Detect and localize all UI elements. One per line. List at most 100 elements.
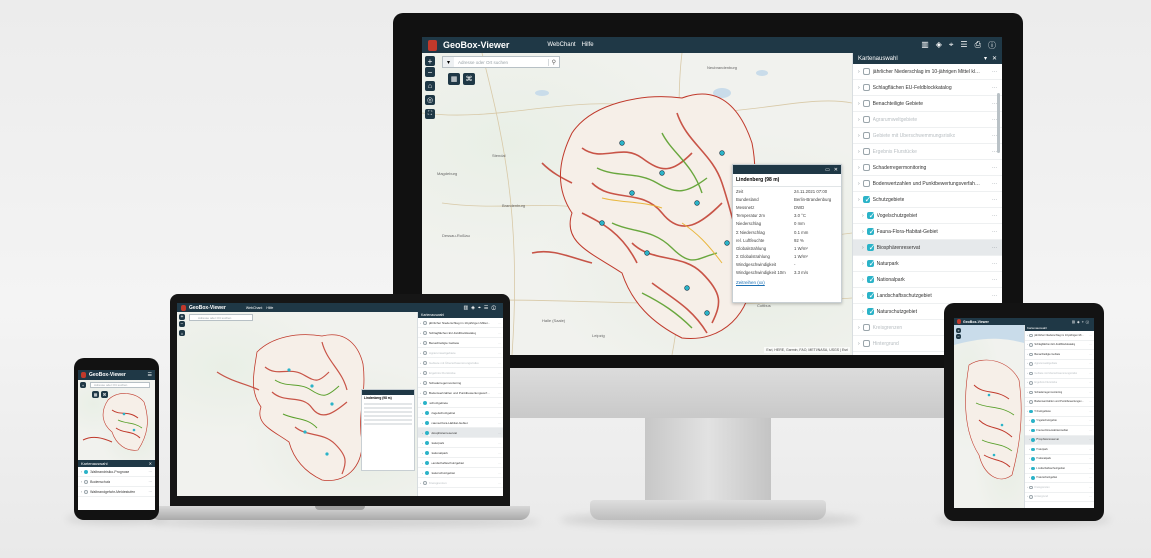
tablet-layer-item[interactable]: › jährlicher Niederschlag im 10-jährigen … (1025, 331, 1094, 341)
layer-checkbox[interactable] (425, 470, 434, 479)
layer-checkbox[interactable] (1029, 362, 1033, 366)
layer-options-icon[interactable]: ··· (498, 481, 501, 485)
tablet-layer-item[interactable]: › Ergebnis Flurstücke ··· (1025, 379, 1094, 388)
expand-chevron-icon[interactable]: › (1027, 495, 1028, 498)
phone-measure-icon[interactable]: ⌘ (101, 391, 108, 398)
expand-chevron-icon[interactable]: › (1027, 362, 1028, 365)
layer-options-icon[interactable]: ··· (992, 245, 997, 251)
laptop-layer-item[interactable]: ›Naturpark··· (418, 438, 503, 449)
tablet-layer-item[interactable]: › Landschaftsschutzgebiet ··· (1025, 464, 1094, 474)
layer-options-icon[interactable]: ··· (1089, 362, 1092, 365)
expand-chevron-icon[interactable]: › (858, 85, 860, 91)
laptop-map[interactable]: + − ⌂ Adresse oder Ort suchen Lindenberg… (177, 312, 417, 496)
expand-chevron-icon[interactable]: › (420, 351, 421, 355)
expand-chevron-icon[interactable]: › (81, 470, 82, 474)
expand-chevron-icon[interactable]: › (1029, 448, 1030, 451)
expand-chevron-icon[interactable]: › (420, 361, 421, 365)
laptop-layer-item[interactable]: › Schlagflächen EU-Feldblockkatalog ··· (418, 328, 503, 338)
layer-options-icon[interactable]: ··· (498, 471, 501, 475)
expand-chevron-icon[interactable]: › (862, 245, 864, 251)
tablet-zoom-out-button[interactable]: − (956, 334, 961, 339)
panel-scrollbar[interactable] (997, 93, 1000, 153)
layer-item[interactable]: › jährlicher Niederschlag im 10-jährigen … (853, 64, 1002, 80)
layer-options-icon[interactable]: ··· (498, 431, 501, 435)
layer-checkbox[interactable] (862, 132, 870, 139)
laptop-layer-item[interactable]: › Schaderregermonitoring ··· (418, 378, 503, 388)
expand-chevron-icon[interactable]: › (420, 481, 421, 485)
expand-chevron-icon[interactable]: › (422, 411, 423, 415)
expand-chevron-icon[interactable]: › (1027, 343, 1028, 346)
layer-checkbox[interactable] (84, 489, 89, 494)
layer-checkbox[interactable] (1031, 456, 1039, 464)
laptop-layer-item[interactable]: › Agrarumweltgebiete ··· (418, 348, 503, 358)
collapse-icon[interactable]: ▾ (984, 55, 987, 62)
info-icon[interactable]: ⓘ (988, 40, 996, 51)
layer-options-icon[interactable]: ··· (992, 277, 997, 283)
layer-item[interactable]: › Nationalpark ··· (853, 272, 1002, 288)
layer-options-icon[interactable]: ··· (498, 421, 501, 425)
close-icon[interactable]: ✕ (834, 167, 838, 173)
layer-checkbox[interactable] (1029, 495, 1033, 499)
laptop-layer-item[interactable]: › Kreisgrenzen ··· (418, 478, 503, 488)
layer-checkbox[interactable] (423, 370, 427, 375)
tablet-layer-item[interactable]: ›Naturpark··· (1025, 445, 1094, 455)
layer-checkbox[interactable] (866, 211, 875, 220)
layer-checkbox[interactable] (1029, 343, 1033, 347)
layer-options-icon[interactable]: ··· (1089, 343, 1092, 346)
layer-item[interactable]: › Schutzgebiete ··· (853, 192, 1002, 208)
layer-checkbox[interactable] (423, 400, 432, 409)
tablet-header-tools[interactable]: ▥◈⌖ⓘ (1072, 320, 1091, 324)
expand-chevron-icon[interactable]: › (1029, 429, 1030, 432)
layer-options-icon[interactable]: ··· (498, 451, 501, 455)
layer-options-icon[interactable]: ··· (1089, 400, 1092, 403)
laptop-home-icon[interactable]: ⌂ (179, 330, 185, 336)
expand-chevron-icon[interactable]: › (858, 101, 860, 107)
layer-checkbox[interactable] (423, 390, 427, 395)
laptop-zoom-in-button[interactable]: + (179, 314, 185, 320)
laptop-layer-item[interactable]: › Ergebnis Flurstücke ··· (418, 368, 503, 378)
layer-checkbox[interactable] (425, 460, 434, 469)
expand-chevron-icon[interactable]: › (1027, 400, 1028, 403)
layer-options-icon[interactable]: ··· (149, 470, 153, 474)
layer-item[interactable]: › Vogelschutzgebiet ··· (853, 208, 1002, 224)
layer-options-icon[interactable]: ··· (1089, 353, 1092, 356)
search-icon[interactable]: ⚲ (547, 58, 559, 66)
layer-checkbox[interactable] (866, 307, 875, 316)
layer-checkbox[interactable] (84, 479, 89, 484)
expand-chevron-icon[interactable]: › (420, 321, 421, 325)
expand-chevron-icon[interactable]: › (420, 331, 421, 335)
tablet-layer-item[interactable]: › Schaderregermonitoring ··· (1025, 388, 1094, 398)
layer-checkbox[interactable] (425, 440, 434, 449)
expand-chevron-icon[interactable]: › (862, 213, 864, 219)
phone-basemap-icon[interactable]: ▦ (92, 391, 99, 398)
tablet-layer-item[interactable]: ›Naturschutzgebiet··· (1025, 474, 1094, 483)
expand-chevron-icon[interactable]: › (858, 197, 860, 203)
layer-item[interactable]: › Benachteiligte Gebiete ··· (853, 96, 1002, 112)
phone-menu-icon[interactable]: ☰ (148, 372, 152, 378)
laptop-layer-item[interactable]: › Schutzgebiete ··· (418, 398, 503, 409)
expand-chevron-icon[interactable]: › (858, 69, 860, 75)
basemap-gallery-icon[interactable]: ▦ (448, 73, 460, 85)
expand-chevron-icon[interactable]: › (1027, 334, 1028, 337)
layer-checkbox[interactable] (1031, 428, 1039, 436)
layer-options-icon[interactable]: ··· (498, 371, 501, 375)
search-dropdown-icon[interactable]: ▾ (443, 57, 454, 67)
expand-chevron-icon[interactable]: › (858, 325, 860, 331)
expand-chevron-icon[interactable]: › (422, 421, 423, 425)
fullscreen-icon[interactable]: ⛶ (425, 109, 435, 119)
locate-icon[interactable]: ◎ (425, 95, 435, 105)
layer-checkbox[interactable] (866, 243, 875, 252)
laptop-layer-item[interactable]: › Biosphärenreservat ··· (418, 428, 503, 439)
expand-chevron-icon[interactable]: › (1027, 410, 1028, 413)
tablet-layer-item[interactable]: ›Biosphärenreservat··· (1025, 435, 1094, 445)
layer-options-icon[interactable]: ··· (498, 411, 501, 415)
expand-chevron-icon[interactable]: › (862, 293, 864, 299)
layer-options-icon[interactable]: ··· (1089, 334, 1092, 337)
layer-options-icon[interactable]: ··· (498, 361, 501, 365)
layer-checkbox[interactable] (1031, 418, 1039, 426)
layer-checkbox[interactable] (1029, 390, 1033, 394)
layer-options-icon[interactable]: ··· (498, 391, 501, 395)
expand-chevron-icon[interactable]: › (1029, 438, 1030, 441)
expand-chevron-icon[interactable]: › (1029, 457, 1030, 460)
layer-options-icon[interactable]: ··· (498, 351, 501, 355)
